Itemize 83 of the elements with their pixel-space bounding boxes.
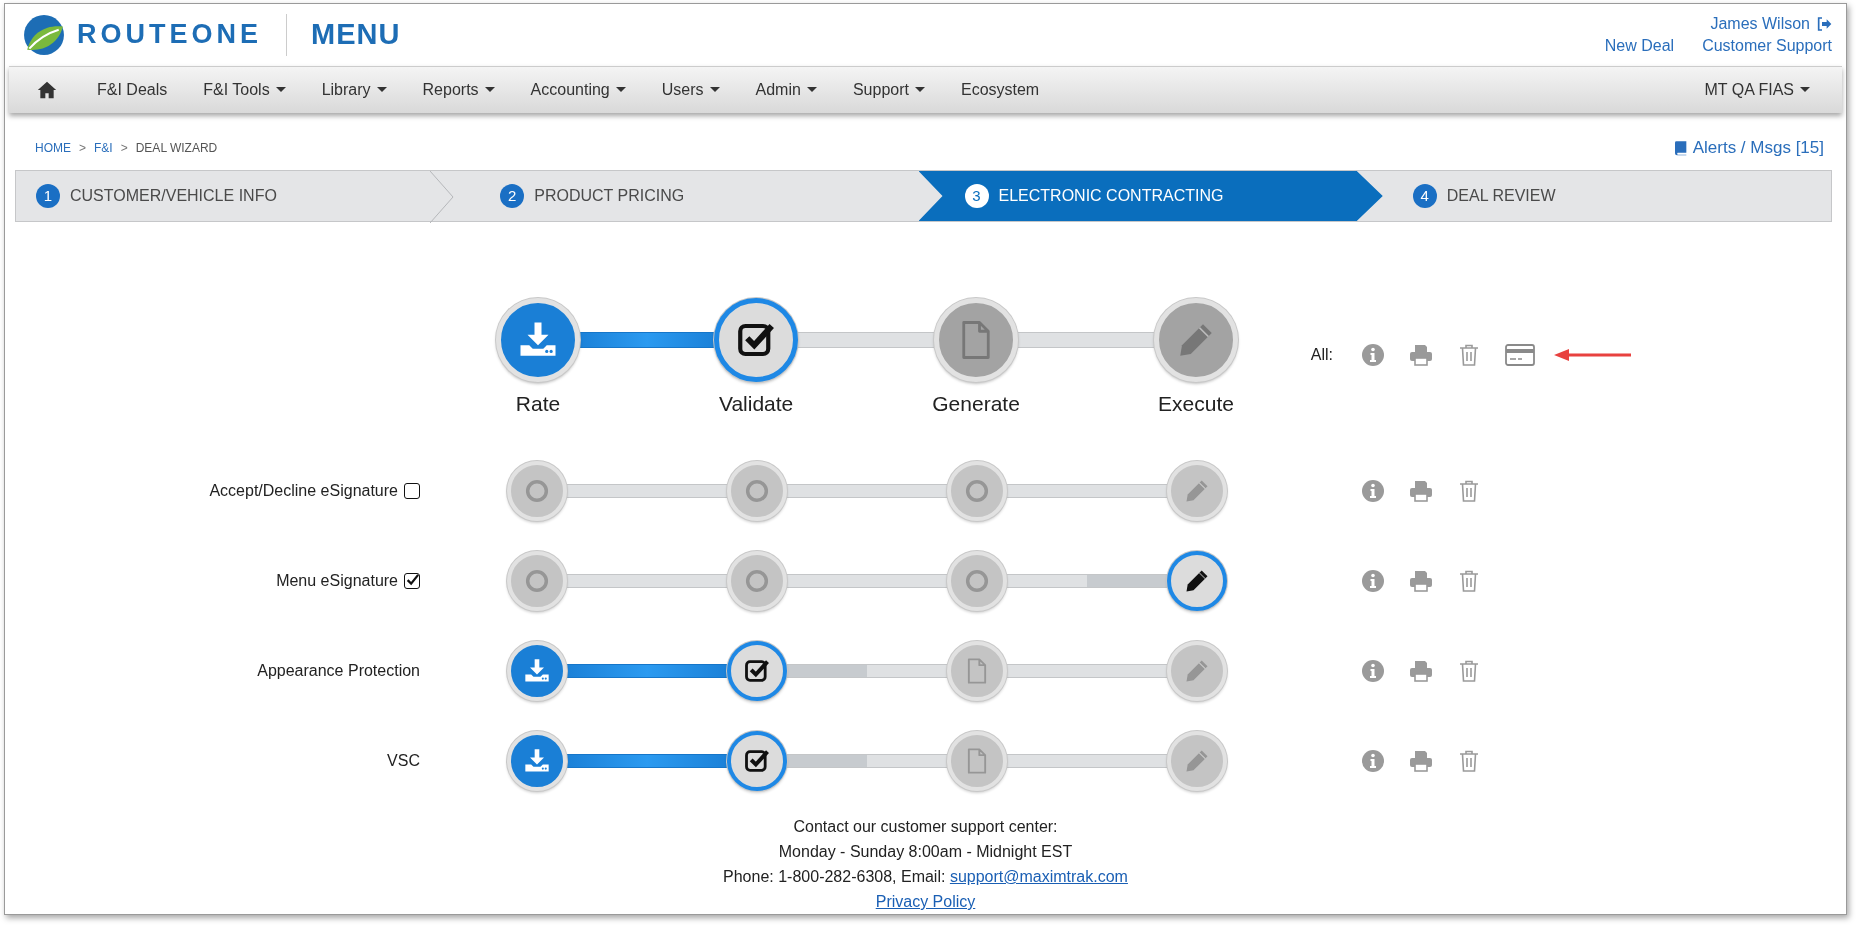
print-icon[interactable] xyxy=(1409,479,1433,503)
logout-icon[interactable] xyxy=(1816,15,1832,32)
stage-label: Generate xyxy=(932,392,1020,416)
step-number: 2 xyxy=(500,183,525,208)
stage-node[interactable] xyxy=(727,731,787,791)
stage-node[interactable] xyxy=(727,641,787,701)
home-icon[interactable] xyxy=(37,79,57,100)
brand-name: ROUTEONE xyxy=(77,19,262,51)
breadcrumb-separator: > xyxy=(120,141,128,156)
trash-icon[interactable] xyxy=(1457,659,1481,683)
step-number: 3 xyxy=(964,183,989,208)
nav-menu-item[interactable]: Ecosystem xyxy=(942,80,1058,99)
email-link[interactable]: support@maximtrak.com xyxy=(949,868,1128,885)
checkbox-icon xyxy=(743,747,771,775)
checkbox-icon xyxy=(743,657,771,685)
product-name: MENU xyxy=(311,18,401,52)
trash-icon[interactable] xyxy=(1457,749,1481,773)
nav-menu-item[interactable]: Library xyxy=(303,80,405,99)
wizard-step[interactable]: 3 ELECTRONIC CONTRACTING xyxy=(918,170,1383,221)
product-label: Accept/Decline eSignature xyxy=(209,482,398,500)
print-icon[interactable] xyxy=(1409,343,1433,367)
product-label: Menu eSignature xyxy=(276,572,398,590)
nav-menu-item[interactable]: Reports xyxy=(404,80,513,99)
all-label: All: xyxy=(1309,346,1333,364)
ring-icon xyxy=(963,477,991,505)
step-number: 4 xyxy=(1412,183,1437,208)
stage-label: Rate xyxy=(515,392,561,416)
info-icon[interactable] xyxy=(1361,479,1385,503)
account-menu[interactable]: MT QA FIAS xyxy=(1686,80,1828,99)
trash-icon[interactable] xyxy=(1457,479,1481,503)
trash-icon[interactable] xyxy=(1457,569,1481,593)
nav-menu-item[interactable]: F&I Tools xyxy=(185,80,304,99)
ring-icon xyxy=(963,567,991,595)
wizard-step[interactable]: 1 CUSTOMER/VEHICLE INFO xyxy=(16,170,455,221)
print-icon[interactable] xyxy=(1409,749,1433,773)
breadcrumb-separator: > xyxy=(79,141,86,156)
footer-text: Contact our customer support center: xyxy=(792,817,1059,837)
footer-text: Monday - Sunday 8:00am - Midnight EST xyxy=(777,842,1074,862)
contact-text: Phone: 1-800-282-6308, Email: xyxy=(723,868,946,885)
credit-card-icon[interactable] xyxy=(1505,344,1535,366)
stage-label: Validate xyxy=(718,392,794,416)
stage-node[interactable] xyxy=(1167,551,1227,611)
ring-icon xyxy=(523,567,551,595)
checkbox[interactable] xyxy=(404,573,420,589)
info-icon[interactable] xyxy=(1361,749,1385,773)
privacy-policy-link[interactable]: Privacy Policy xyxy=(875,893,976,910)
nav-menu-item[interactable]: Admin xyxy=(737,80,835,99)
nav-menu-item[interactable]: F&I Deals xyxy=(79,80,186,99)
print-icon[interactable] xyxy=(1409,569,1433,593)
ring-icon xyxy=(523,477,551,505)
wizard-step[interactable]: 2 PRODUCT PRICING xyxy=(454,170,919,221)
trash-icon[interactable] xyxy=(1457,343,1481,367)
user-name-link[interactable]: James Wilson xyxy=(1710,14,1810,33)
info-icon[interactable] xyxy=(1361,659,1385,683)
chevron-divider xyxy=(430,170,455,223)
leaf-logo-icon xyxy=(23,13,65,56)
info-icon[interactable] xyxy=(1361,343,1385,367)
breadcrumb-current: DEAL WIZARD xyxy=(135,141,218,156)
nav-menu-item[interactable]: Support xyxy=(834,80,943,99)
alerts-link[interactable]: Alerts / Msgs [15] xyxy=(1672,138,1824,159)
ring-icon xyxy=(743,477,771,505)
product-label: Appearance Protection xyxy=(257,662,420,680)
nav-menu-item[interactable]: Users xyxy=(643,80,738,99)
header-link[interactable]: New Deal xyxy=(1604,36,1675,55)
step-number: 1 xyxy=(36,183,60,208)
step-label: PRODUCT PRICING xyxy=(534,186,685,205)
print-icon[interactable] xyxy=(1409,659,1433,683)
nav-menu-item[interactable]: Accounting xyxy=(512,80,644,99)
breadcrumb-link[interactable]: F&I xyxy=(94,141,113,156)
header-link[interactable]: Customer Support xyxy=(1702,36,1832,55)
stage-label: Execute xyxy=(1158,392,1234,416)
ring-icon xyxy=(743,567,771,595)
wizard-step[interactable]: 4 DEAL REVIEW xyxy=(1382,170,1831,221)
download-icon xyxy=(523,747,551,775)
book-icon xyxy=(1672,140,1689,157)
checkbox[interactable] xyxy=(404,483,420,499)
breadcrumb-link[interactable]: HOME xyxy=(35,141,71,156)
step-label: ELECTRONIC CONTRACTING xyxy=(998,186,1224,205)
step-label: CUSTOMER/VEHICLE INFO xyxy=(70,186,277,205)
product-label: VSC xyxy=(387,752,420,770)
info-icon[interactable] xyxy=(1361,569,1385,593)
step-label: DEAL REVIEW xyxy=(1446,186,1556,205)
download-icon xyxy=(523,657,551,685)
